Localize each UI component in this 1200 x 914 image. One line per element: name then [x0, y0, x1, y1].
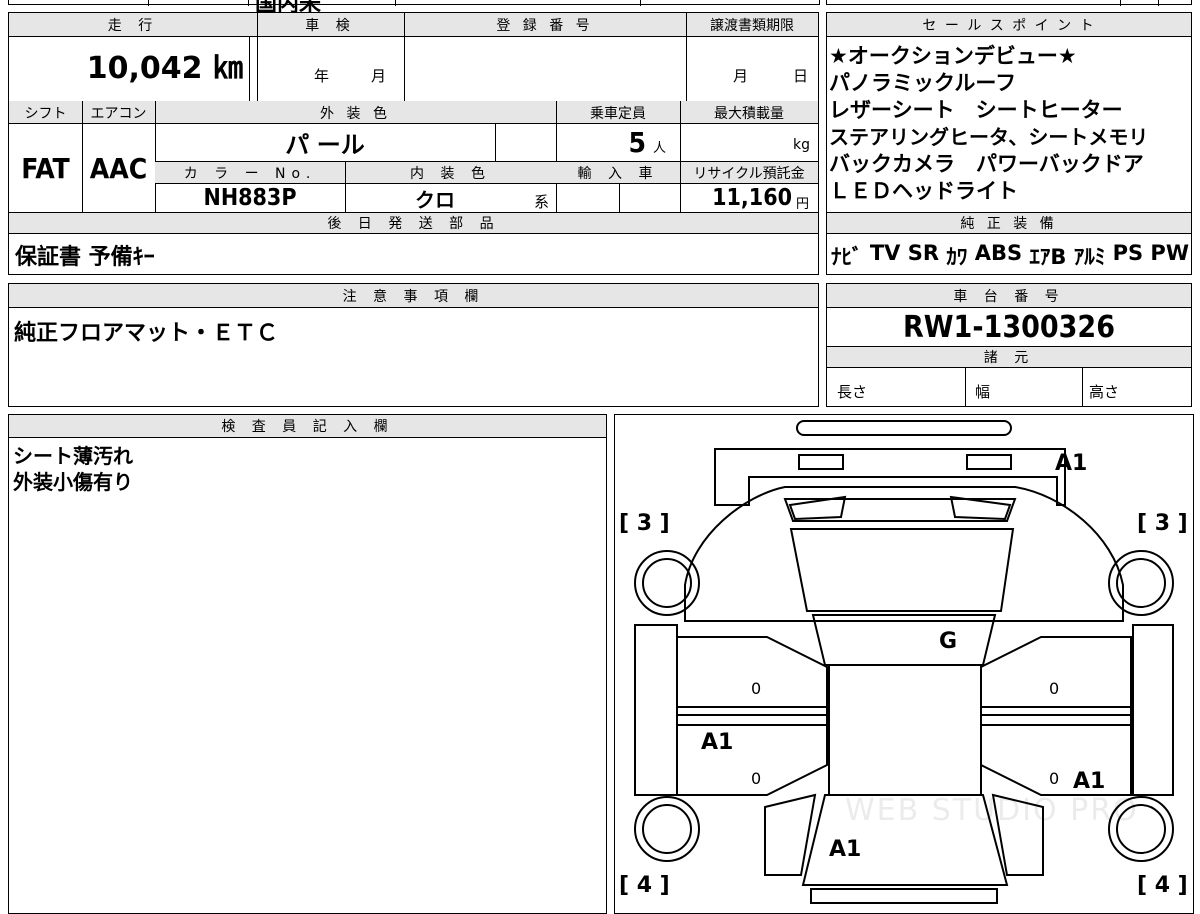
damage-bracket-lower-right: [ 4 ] — [1137, 873, 1188, 898]
inspector-note-line: 外装小傷有り — [13, 470, 133, 494]
inspector-note-line: シート薄汚れ — [13, 444, 133, 468]
exterior-color-value: パ ール — [285, 131, 365, 159]
damage-mark-front: A1 — [829, 837, 862, 862]
watermark: WEB STUDIO PRO — [845, 793, 1139, 828]
recycle-deposit-unit: 円 — [796, 197, 810, 212]
import-car-label: 輸 入 車 — [577, 165, 659, 182]
equipment-item: SR — [907, 241, 940, 265]
transfer-month: 月 — [733, 67, 749, 85]
equipment-item: ｴｱB — [1029, 245, 1067, 269]
registration-label: 登 録 番 号 — [496, 18, 594, 34]
interior-color-suffix: 系 — [534, 193, 550, 211]
damage-mark-right-door: A1 — [1073, 769, 1106, 794]
sales-point-line: パノラミックルーフ — [829, 71, 1017, 95]
equipment-item: PW — [1150, 241, 1189, 265]
recycle-deposit-label: リサイクル預託金 — [693, 165, 805, 182]
equipment-item: PS — [1112, 241, 1144, 265]
inspector-title: 検 査 員 記 入 欄 — [9, 415, 606, 438]
color-no-value: NH883P — [203, 185, 297, 211]
sales-point-panel: セ ー ル ス ポ イ ン ト ★オークションデビュー★ パノラミックルーフ レ… — [826, 12, 1192, 275]
inspection-label: 車 検 — [305, 18, 356, 34]
transfer-day: 日 — [793, 67, 809, 85]
ac-value: AAC — [89, 151, 148, 185]
sales-point-line: ＬＥＤヘッドライト — [829, 179, 1018, 203]
max-load-label: 最大積載量 — [714, 105, 784, 122]
notes-panel: 注 意 事 項 欄 純正フロアマット・ＥＴＣ — [8, 283, 819, 407]
interior-color-value: クロ — [415, 187, 455, 212]
basic-info-table: 走 行 車 検 登 録 番 号 譲渡書類期限 10,042 ㎞ 年 月 月 日 … — [8, 12, 819, 275]
equipment-item: ﾅﾋﾞ — [831, 245, 863, 269]
equipment-item: ｱﾙﾐ — [1073, 245, 1106, 269]
damage-bracket-upper-right: [ 3 ] — [1137, 511, 1188, 536]
capacity-label: 乗車定員 — [590, 105, 646, 122]
later-parts-value: 保証書 予備ｷｰ — [15, 245, 155, 270]
notes-value: 純正フロアマット・ＥＴＣ — [14, 321, 279, 346]
color-no-label: カ ラ ー No. — [183, 165, 317, 182]
sales-point-list: ★オークションデビュー★ パノラミックルーフ レザーシート シートヒーター ステ… — [829, 43, 1191, 205]
capacity-unit: 人 — [653, 141, 667, 156]
height-label: 高さ — [1089, 383, 1120, 401]
chassis-panel: 車 台 番 号 RW1-1300326 諸 元 長さ 幅 高さ — [826, 283, 1192, 407]
later-parts-label: 後 日 発 送 部 品 — [327, 216, 500, 232]
inspection-month: 月 — [371, 67, 387, 85]
sales-point-line: ステアリングヒータ、シートメモリ — [829, 125, 1149, 149]
inspector-panel: 検 査 員 記 入 欄 シート薄汚れ 外装小傷有り — [8, 414, 607, 914]
ac-label: エアコン — [90, 105, 147, 122]
door-zero-mark: 0 — [751, 679, 762, 698]
max-load-unit: kg — [793, 137, 810, 153]
recycle-deposit-value: 11,160 — [712, 185, 792, 211]
damage-bracket-lower-left: [ 4 ] — [619, 873, 670, 898]
top-strip: 国内未 — [0, 0, 1200, 17]
capacity-value: 5 — [628, 126, 646, 159]
equipment-item: ABS — [974, 241, 1023, 265]
vehicle-damage-diagram: A1 [ 3 ] [ 3 ] G A1 A1 A1 0 0 0 0 [ 4 ] … — [614, 414, 1194, 914]
chassis-title: 車 台 番 号 — [827, 284, 1191, 308]
inspection-year: 年 — [314, 67, 330, 85]
shift-label: シフト — [24, 105, 67, 122]
door-zero-mark: 0 — [751, 769, 762, 788]
shift-value: FAT — [21, 151, 70, 185]
door-zero-mark: 0 — [1049, 679, 1060, 698]
length-label: 長さ — [837, 383, 868, 401]
sales-point-line: バックカメラ パワーバックドア — [829, 152, 1144, 176]
interior-color-label: 内 装 色 — [410, 165, 491, 182]
equipment-item: ｶﾜ — [946, 245, 968, 269]
spec-title: 諸 元 — [827, 346, 1191, 368]
damage-mark-left-door: A1 — [701, 730, 734, 755]
sales-point-line: ★オークションデビュー★ — [829, 44, 1077, 68]
sales-point-line: レザーシート シートヒーター — [829, 98, 1123, 122]
exterior-color-label: 外 装 色 — [320, 105, 391, 122]
door-zero-mark: 0 — [1049, 769, 1060, 788]
mileage-label: 走 行 — [107, 18, 159, 34]
damage-bracket-upper-left: [ 3 ] — [619, 511, 670, 536]
transfer-deadline-label: 譲渡書類期限 — [710, 18, 794, 34]
inspector-notes: シート薄汚れ 外装小傷有り — [13, 443, 133, 495]
equipment-list: ﾅﾋﾞ TV SR ｶﾜ ABS ｴｱB ｱﾙﾐ PS PW — [831, 241, 1189, 271]
damage-mark-glass: G — [939, 629, 958, 654]
width-label: 幅 — [975, 383, 991, 401]
notes-title: 注 意 事 項 欄 — [9, 284, 818, 308]
equipment-title: 純 正 装 備 — [827, 212, 1191, 234]
equipment-item: TV — [869, 241, 901, 265]
chassis-number: RW1-1300326 — [902, 309, 1115, 345]
damage-mark-rear-top: A1 — [1055, 451, 1088, 476]
mileage-value: 10,042 ㎞ — [86, 51, 243, 86]
sales-point-title: セ ー ル ス ポ イ ン ト — [827, 13, 1191, 37]
